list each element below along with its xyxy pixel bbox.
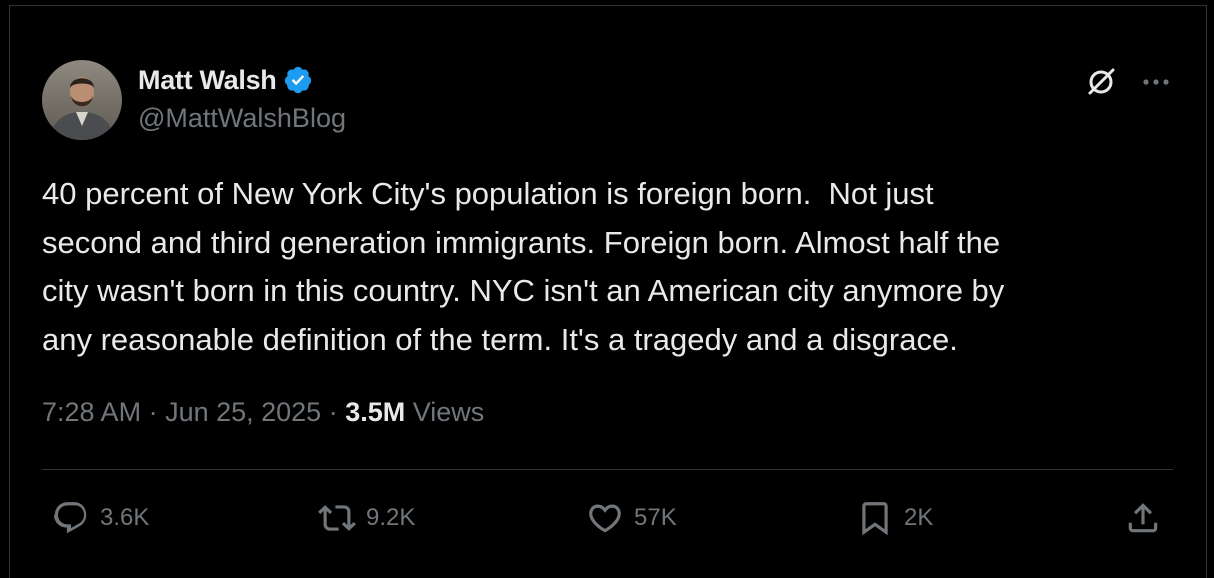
bookmark-icon — [862, 502, 888, 536]
meta-separator: · — [141, 397, 166, 427]
tweet-time[interactable]: 7:28 AM — [42, 397, 141, 428]
like-count: 57K — [634, 504, 677, 531]
share-button[interactable] — [1124, 496, 1162, 540]
reply-count: 3.6K — [100, 504, 150, 531]
bookmark-button[interactable]: 2K — [856, 496, 933, 540]
tweet-date[interactable]: Jun 25, 2025 — [165, 397, 321, 428]
author-handle[interactable]: @MattWalshBlog — [138, 103, 346, 134]
bookmark-count: 2K — [904, 504, 934, 531]
reply-icon — [53, 502, 87, 534]
like-button[interactable]: 57K — [586, 496, 677, 540]
avatar[interactable] — [42, 60, 122, 140]
views-count[interactable]: 3.5M — [345, 397, 405, 428]
author-display-name[interactable]: Matt Walsh — [138, 65, 277, 96]
meta-separator: · — [321, 397, 346, 427]
repost-icon — [318, 505, 356, 531]
divider — [42, 469, 1173, 470]
tweet-meta: 7:28 AM · Jun 25, 2025 · 3.5M Views — [42, 397, 484, 428]
tweet-text: 40 percent of New York City's population… — [42, 176, 1005, 357]
repost-button[interactable]: 9.2K — [318, 496, 415, 540]
share-icon — [1128, 503, 1158, 533]
author-name-row[interactable]: Matt Walsh — [138, 62, 313, 98]
heart-icon — [589, 504, 621, 533]
verified-badge-icon[interactable] — [283, 65, 313, 95]
repost-count: 9.2K — [366, 504, 416, 531]
grok-icon[interactable] — [1083, 64, 1119, 100]
more-icon[interactable] — [1138, 68, 1174, 96]
reply-button[interactable]: 3.6K — [52, 496, 149, 540]
views-label[interactable]: Views — [405, 397, 485, 428]
